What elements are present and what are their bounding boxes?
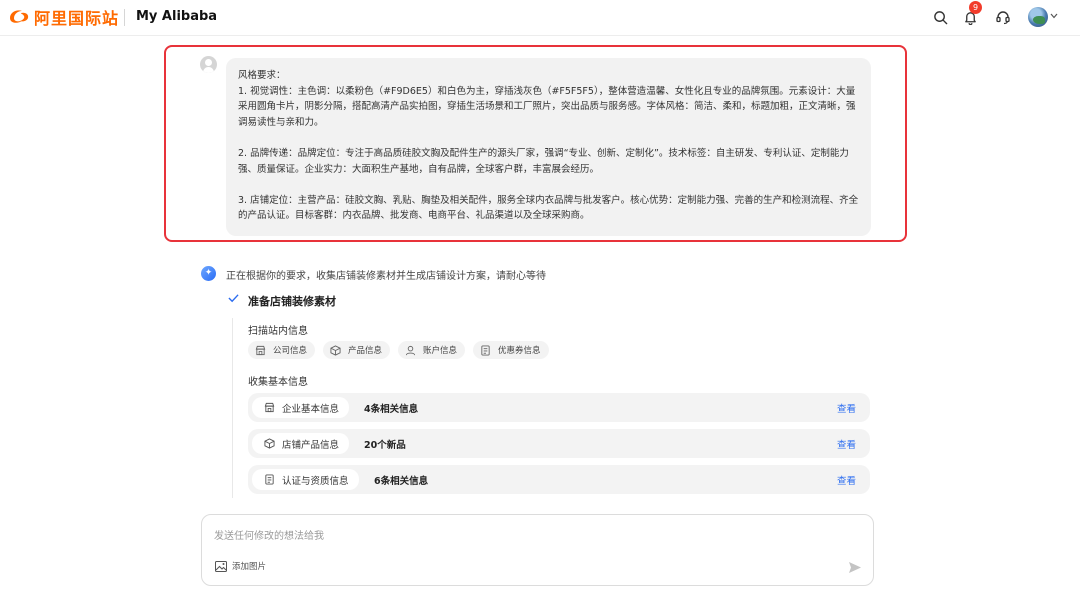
scan-chip-coupon[interactable]: 优惠券信息 [473,341,549,359]
add-image-label: 添加图片 [232,562,267,572]
image-icon [215,560,227,572]
collect-label: 收集基本信息 [248,377,308,388]
header-divider [124,9,125,26]
logo-text: 阿里国际站 [34,9,120,28]
send-button[interactable] [847,559,863,575]
collect-row-label: 认证与资质信息 [282,475,349,487]
scan-label: 扫描站内信息 [248,326,308,337]
chip-label: 公司信息 [273,346,308,356]
alibaba-logo[interactable]: 阿里国际站 [8,6,119,28]
alibaba-logo-icon [8,8,30,26]
document-icon [264,474,275,485]
scan-chip-company[interactable]: 公司信息 [248,341,316,359]
avatar[interactable] [1028,7,1048,27]
assistant-sparkle-icon [201,266,216,281]
collect-row-count: 4条相关信息 [364,404,419,415]
collect-row-count: 6条相关信息 [374,476,429,487]
chip-label: 账户信息 [423,346,458,356]
scan-chip-product[interactable]: 产品信息 [323,341,391,359]
step-title: 准备店铺装修素材 [248,295,336,308]
message-line: 风格要求： [238,70,286,81]
scan-chip-account[interactable]: 账户信息 [398,341,466,359]
scan-chips: 公司信息 产品信息 账户信息 优惠券信息 [248,341,549,359]
message-line-gap [238,130,859,146]
box-icon [330,344,341,356]
collect-row: 认证与资质信息 6条相关信息 查看 [248,465,870,494]
app-title[interactable]: My Alibaba [136,9,217,24]
notification-badge: 9 [969,1,982,14]
chip-label: 产品信息 [348,346,383,356]
collect-row-count: 20个新品 [364,440,406,451]
message-line: 2. 品牌传递：品牌定位：专注于高品质硅胶文胸及配件生产的源头厂家，强调“专业、… [238,147,849,175]
chevron-down-icon[interactable] [1050,12,1058,22]
collect-row-pill: 企业基本信息 [252,397,350,418]
store-icon [264,402,275,413]
assistant-status-text: 正在根据你的要求，收集店铺装修素材并生成店铺设计方案，请耐心等待 [226,271,546,282]
add-image-button[interactable]: 添加图片 [215,560,266,572]
coupon-icon [480,344,491,356]
box-icon [264,438,275,449]
message-line: 3. 店铺定位：主营产品：硅胶文胸、乳贴、胸垫及相关配件，服务全球内衣品牌与批发… [238,194,859,222]
step-connector-line [232,318,233,498]
top-header: 阿里国际站 My Alibaba 9 [0,0,1080,36]
user-message-bubble: 风格要求： 1. 视觉调性：主色调：以柔粉色（#F9D6E5）和白色为主，穿插浅… [226,58,871,236]
check-icon [228,292,239,306]
collect-row-label: 店铺产品信息 [282,439,340,451]
collect-row: 企业基本信息 4条相关信息 查看 [248,393,870,422]
collect-row: 店铺产品信息 20个新品 查看 [248,429,870,458]
chip-label: 优惠券信息 [498,346,541,356]
search-icon[interactable] [931,8,949,26]
collect-row-pill: 店铺产品信息 [252,433,350,454]
message-composer: 添加图片 [201,514,874,586]
send-icon [849,561,861,573]
user-icon [405,345,416,356]
collect-row-pill: 认证与资质信息 [252,469,359,490]
message-input[interactable] [214,527,814,545]
message-line: 1. 视觉调性：主色调：以柔粉色（#F9D6E5）和白色为主，穿插浅灰色（#F5… [238,85,856,128]
view-link[interactable]: 查看 [837,437,856,451]
headset-icon[interactable] [994,8,1012,26]
view-link[interactable]: 查看 [837,401,856,415]
view-link[interactable]: 查看 [837,473,856,487]
message-line-gap [238,177,859,193]
store-icon [255,345,266,356]
collect-row-label: 企业基本信息 [282,403,340,415]
